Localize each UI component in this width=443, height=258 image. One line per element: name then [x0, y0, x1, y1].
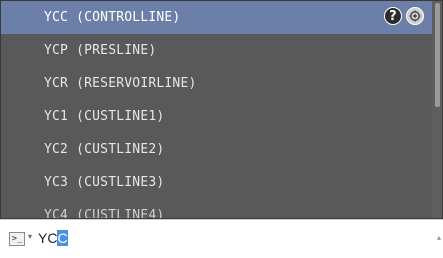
autocomplete-item-ycp[interactable]: YCP (PRESLINE): [1, 34, 432, 67]
command-input[interactable]: YCC: [38, 230, 68, 246]
item-label: YCP (PRESLINE): [44, 43, 157, 58]
autocomplete-item-ycr[interactable]: YCR (RESERVOIRLINE): [1, 67, 432, 100]
command-input-typed: YC: [38, 230, 58, 246]
autocomplete-item-yc1[interactable]: YC1 (CUSTLINE1): [1, 100, 432, 133]
chevron-down-icon[interactable]: ▾: [28, 232, 32, 241]
help-icon[interactable]: ?: [384, 7, 402, 25]
autocomplete-scrollbar[interactable]: [432, 1, 442, 218]
autocomplete-item-yc2[interactable]: YC2 (CUSTLINE2): [1, 133, 432, 166]
item-icons: ?: [384, 7, 424, 25]
item-label: YC3 (CUSTLINE3): [44, 175, 165, 190]
item-label: YCC (CONTROLLINE): [44, 10, 181, 25]
item-label: YC2 (CUSTLINE2): [44, 142, 165, 157]
item-label: YCR (RESERVOIRLINE): [44, 76, 197, 91]
settings-icon-graphic: [409, 10, 421, 22]
chevron-up-icon[interactable]: ▴: [437, 233, 441, 242]
autocomplete-list: YCC (CONTROLLINE) ? YCP (PRESLINE) YCR (…: [1, 1, 432, 218]
command-prompt-icon[interactable]: >_: [9, 232, 25, 246]
autocomplete-item-ycc[interactable]: YCC (CONTROLLINE) ?: [1, 1, 432, 34]
settings-icon[interactable]: [406, 7, 424, 25]
autocomplete-item-yc4[interactable]: YC4 (CUSTLINE4): [1, 199, 432, 218]
command-input-autocomplete-selection: C: [57, 230, 68, 246]
command-line: >_ ▾ YCC ▴: [0, 219, 443, 258]
item-label: YC4 (CUSTLINE4): [44, 208, 165, 218]
autocomplete-popup: YCC (CONTROLLINE) ? YCP (PRESLINE) YCR (…: [0, 0, 443, 219]
scrollbar-thumb[interactable]: [435, 3, 440, 107]
item-label: YC1 (CUSTLINE1): [44, 109, 165, 124]
autocomplete-item-yc3[interactable]: YC3 (CUSTLINE3): [1, 166, 432, 199]
